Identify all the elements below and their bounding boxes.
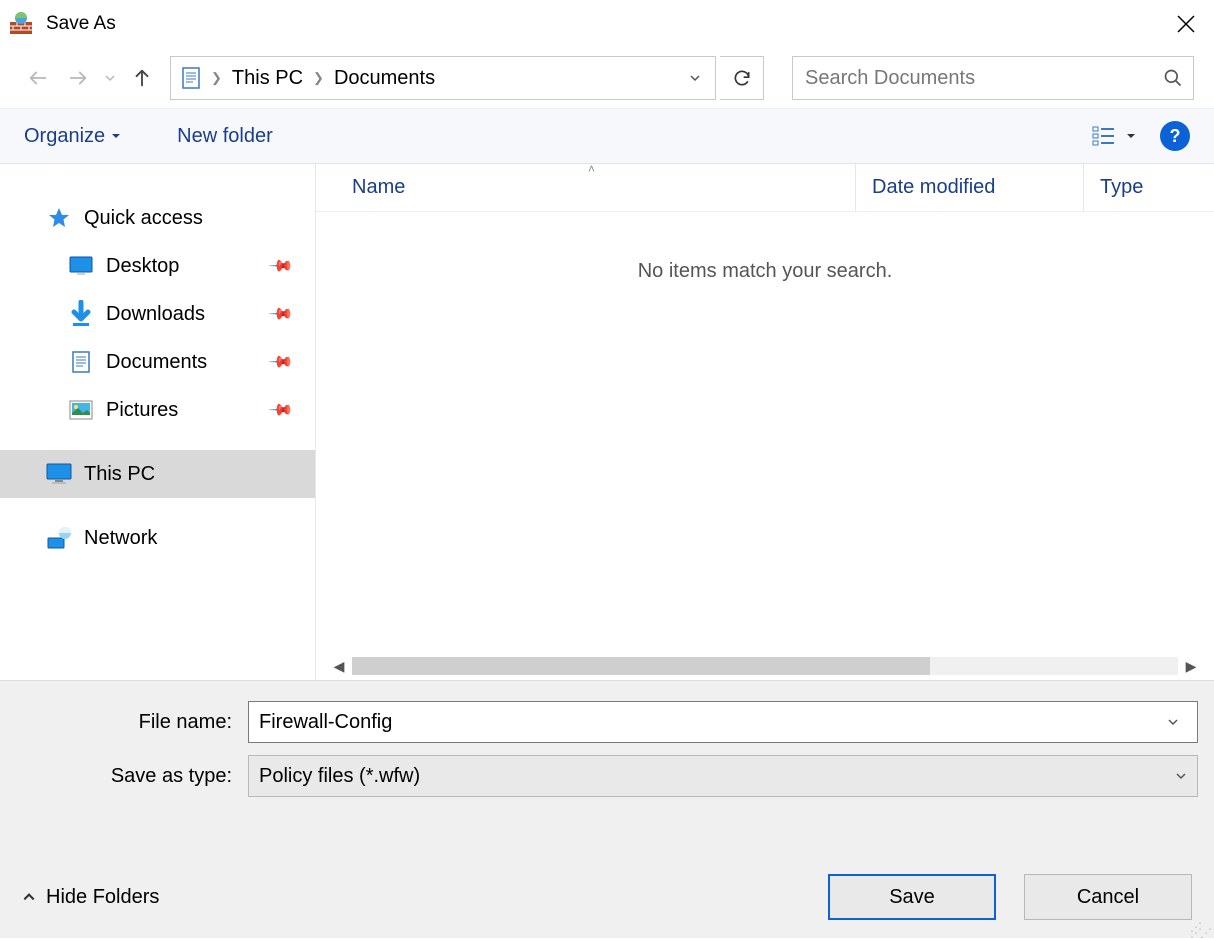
sidebar-item-quick-access[interactable]: Quick access: [0, 194, 315, 242]
scroll-left-icon[interactable]: ◀: [326, 658, 352, 675]
navigation-pane: Quick access Desktop 📌 Downloads 📌 Docum…: [0, 164, 316, 680]
filename-label: File name:: [16, 711, 248, 734]
column-header-date[interactable]: Date modified: [856, 164, 1084, 211]
search-box[interactable]: [792, 56, 1194, 100]
sidebar-item-label: Network: [84, 527, 157, 550]
sidebar-item-pictures[interactable]: Pictures 📌: [0, 386, 315, 434]
new-folder-label: New folder: [177, 125, 273, 148]
file-pane: ˄ Name Date modified Type No items match…: [316, 164, 1214, 680]
recent-locations-button[interactable]: [100, 60, 120, 96]
chevron-down-icon: [1167, 716, 1179, 728]
resize-grip-icon[interactable]: ⋰⋰⋰: [1190, 924, 1210, 936]
filename-field-wrap: [248, 701, 1198, 743]
arrow-up-icon: [131, 67, 153, 89]
document-location-icon: [179, 66, 203, 90]
sidebar-item-desktop[interactable]: Desktop 📌: [0, 242, 315, 290]
arrow-left-icon: [27, 67, 49, 89]
column-headers: ˄ Name Date modified Type: [316, 164, 1214, 212]
filetype-value: Policy files (*.wfw): [259, 765, 1175, 788]
pin-icon: 📌: [267, 348, 295, 376]
sidebar-item-label: Quick access: [84, 207, 203, 230]
sidebar-item-network[interactable]: Network: [0, 514, 315, 562]
filetype-select[interactable]: Policy files (*.wfw): [248, 755, 1198, 797]
triangle-down-icon: [111, 131, 121, 141]
sidebar-item-label: This PC: [84, 463, 155, 486]
breadcrumb-this-pc[interactable]: This PC: [230, 67, 305, 90]
sidebar-item-label: Downloads: [106, 303, 205, 326]
sidebar-item-this-pc[interactable]: This PC: [0, 450, 315, 498]
chevron-down-icon: [1175, 770, 1187, 782]
address-dropdown[interactable]: [689, 72, 711, 84]
download-icon: [68, 301, 94, 327]
address-bar[interactable]: ❯ This PC ❯ Documents: [170, 56, 716, 100]
chevron-down-icon: [689, 72, 701, 84]
refresh-icon: [732, 68, 752, 88]
organize-label: Organize: [24, 125, 105, 148]
close-icon: [1177, 15, 1195, 33]
organize-menu[interactable]: Organize: [24, 125, 121, 148]
chevron-up-icon: [22, 890, 36, 904]
filetype-label: Save as type:: [16, 765, 248, 788]
scrollbar-track[interactable]: [352, 657, 1178, 675]
refresh-button[interactable]: [720, 56, 764, 100]
filename-history-dropdown[interactable]: [1167, 716, 1197, 728]
pin-icon: 📌: [267, 396, 295, 424]
window-title: Save As: [46, 13, 116, 35]
breadcrumb-separator[interactable]: ❯: [305, 70, 332, 86]
triangle-down-icon: [1126, 131, 1136, 141]
firewall-icon: [8, 11, 34, 37]
empty-message: No items match your search.: [316, 212, 1214, 283]
sidebar-item-label: Desktop: [106, 255, 179, 278]
forward-button[interactable]: [60, 60, 96, 96]
save-form: File name: Save as type: Policy files (*…: [0, 680, 1214, 938]
hide-folders-toggle[interactable]: Hide Folders: [22, 886, 159, 909]
filename-input[interactable]: [249, 711, 1167, 734]
toolbar: Organize New folder ?: [0, 108, 1214, 164]
pin-icon: 📌: [267, 300, 295, 328]
picture-icon: [68, 397, 94, 423]
sidebar-item-documents[interactable]: Documents 📌: [0, 338, 315, 386]
new-folder-button[interactable]: New folder: [177, 125, 273, 148]
sort-indicator-icon: ˄: [588, 162, 595, 176]
chevron-down-icon: [104, 72, 116, 84]
network-icon: [46, 525, 72, 551]
star-icon: [46, 205, 72, 231]
back-button[interactable]: [20, 60, 56, 96]
horizontal-scrollbar[interactable]: ◀ ▶: [316, 652, 1214, 680]
view-options-button[interactable]: [1092, 125, 1136, 147]
pc-icon: [46, 461, 72, 487]
scroll-right-icon[interactable]: ▶: [1178, 658, 1204, 675]
arrow-right-icon: [67, 67, 89, 89]
breadcrumb-documents[interactable]: Documents: [332, 67, 437, 90]
column-header-type[interactable]: Type: [1084, 164, 1214, 211]
column-header-name[interactable]: Name: [316, 164, 856, 211]
search-input[interactable]: [803, 66, 1157, 91]
help-button[interactable]: ?: [1160, 121, 1190, 151]
close-button[interactable]: [1166, 4, 1206, 44]
up-button[interactable]: [124, 60, 160, 96]
hide-folders-label: Hide Folders: [46, 886, 159, 909]
sidebar-item-label: Pictures: [106, 399, 178, 422]
cancel-button[interactable]: Cancel: [1024, 874, 1192, 920]
navigation-row: ❯ This PC ❯ Documents: [0, 48, 1214, 108]
document-icon: [68, 349, 94, 375]
search-icon[interactable]: [1157, 68, 1183, 88]
sidebar-item-downloads[interactable]: Downloads 📌: [0, 290, 315, 338]
breadcrumb-separator[interactable]: ❯: [203, 70, 230, 86]
scrollbar-thumb[interactable]: [352, 657, 930, 675]
save-button[interactable]: Save: [828, 874, 996, 920]
details-view-icon: [1092, 125, 1120, 147]
pin-icon: 📌: [267, 252, 295, 280]
desktop-icon: [68, 253, 94, 279]
sidebar-item-label: Documents: [106, 351, 207, 374]
titlebar: Save As: [0, 0, 1214, 48]
